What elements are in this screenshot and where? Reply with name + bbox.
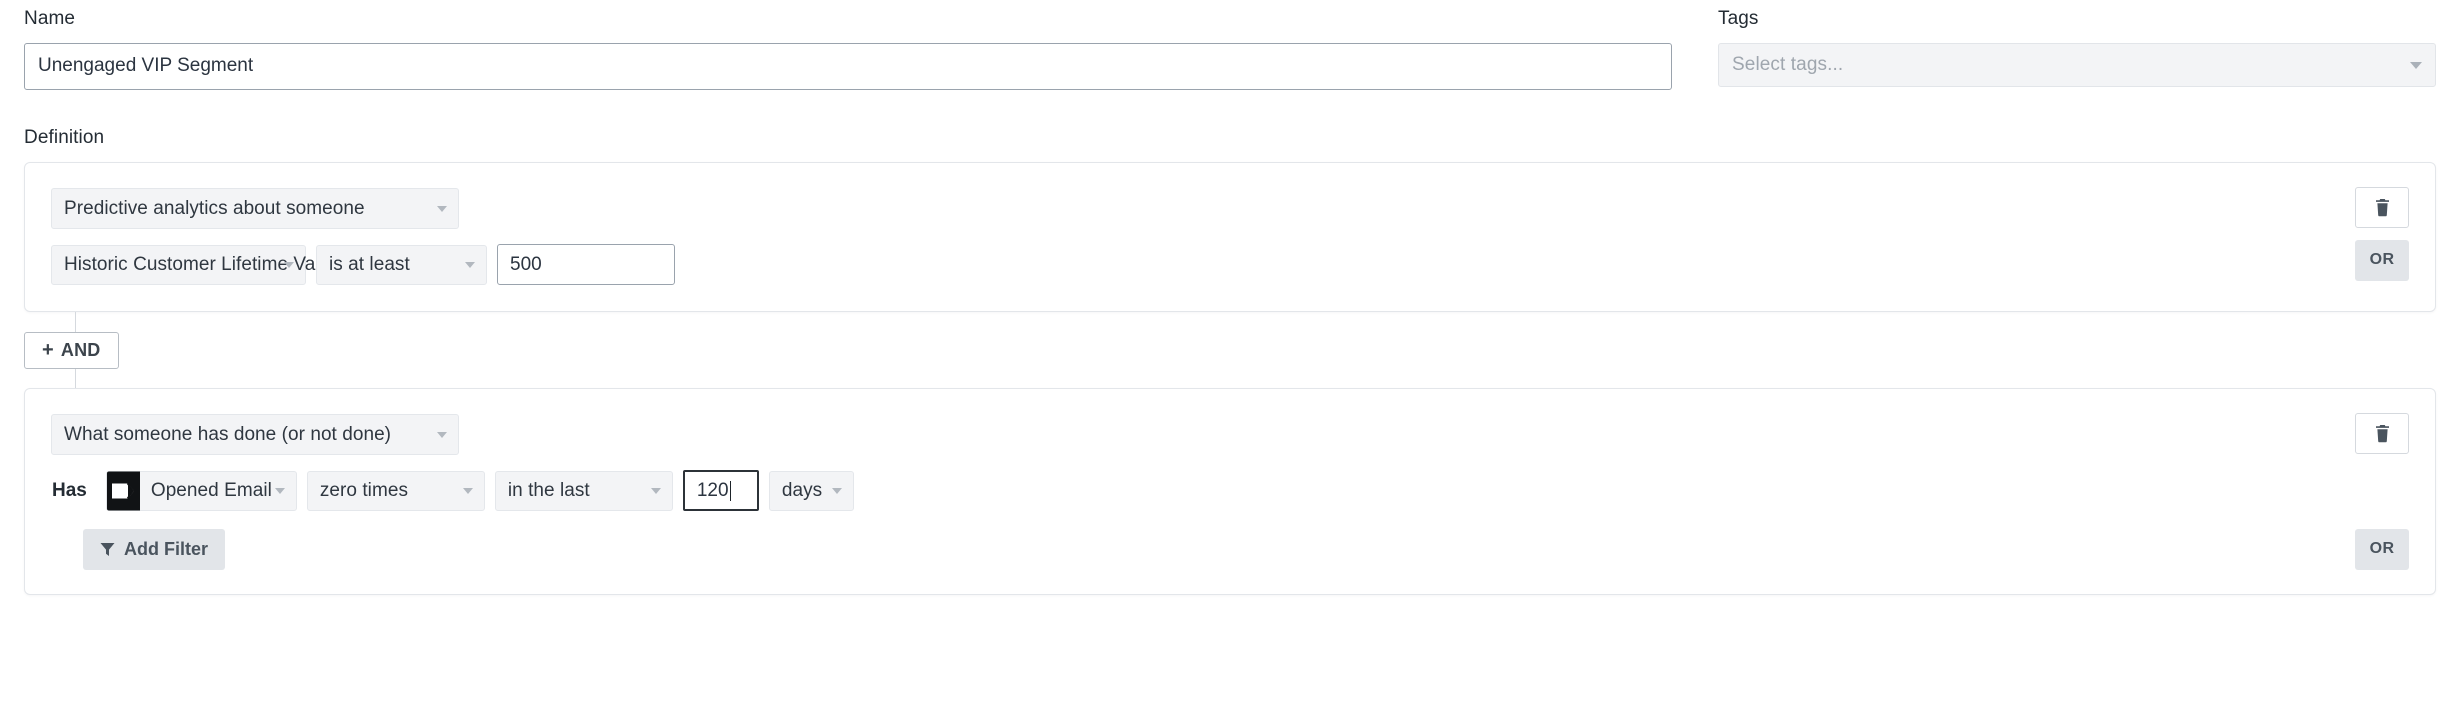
add-filter-label: Add Filter [124,539,208,560]
duration-unit-value: days [782,480,822,502]
condition-type-row-1: Predictive analytics about someone [51,187,2409,231]
chevron-down-icon [2410,62,2422,69]
plus-icon: + [42,340,54,360]
chevron-down-icon [284,262,294,268]
chevron-down-icon [437,432,447,438]
chevron-down-icon [275,488,285,494]
chevron-down-icon [465,262,475,268]
condition-detail-row-2: Has Opened Email [51,469,2409,513]
condition-type-row-2: What someone has done (or not done) [51,413,2409,457]
segment-name-value: Unengaged VIP Segment [38,55,253,77]
email-envelope-icon [107,471,140,510]
has-prefix-label: Has [52,480,87,502]
frequency-select[interactable]: zero times [307,471,485,511]
trash-icon [2374,198,2391,217]
trash-icon [2374,424,2391,443]
metric-select-wrapper: Opened Email [106,471,297,511]
condition-type-select-2[interactable]: What someone has done (or not done) [51,414,459,455]
metric-value: Opened Email [151,480,272,502]
threshold-value-input[interactable]: 500 [497,244,675,285]
chevron-down-icon [832,488,842,494]
tags-label: Tags [1718,8,2436,31]
and-connector-zone: + AND [24,312,2436,388]
tags-placeholder: Select tags... [1732,54,1843,76]
connector-line-top [75,312,76,332]
condition-type-value-2: What someone has done (or not done) [64,424,391,446]
tags-field-group: Tags Select tags... [1718,8,2436,87]
connector-line-bottom [75,368,76,388]
operator-select[interactable]: is at least [316,245,487,285]
text-cursor [730,481,731,501]
tags-select[interactable]: Select tags... [1718,43,2436,87]
attribute-value: Historic Customer Lifetime Value [64,254,341,276]
chevron-down-icon [463,488,473,494]
duration-input[interactable]: 120 [683,470,759,511]
operator-value: is at least [329,254,410,276]
condition-stack: Predictive analytics about someone Histo… [24,162,2436,595]
name-label: Name [24,8,1672,31]
chevron-down-icon [437,206,447,212]
condition-card-2: What someone has done (or not done) Has [24,388,2436,595]
add-and-group-button[interactable]: + AND [24,332,119,369]
add-filter-button[interactable]: Add Filter [83,529,225,570]
or-button-2[interactable]: OR [2355,529,2409,570]
or-button-1[interactable]: OR [2355,240,2409,281]
segment-builder-page: Name Unengaged VIP Segment Tags Select t… [0,0,2460,714]
chevron-down-icon [651,488,661,494]
frequency-value: zero times [320,480,408,502]
funnel-icon [100,542,115,557]
name-field-group: Name Unengaged VIP Segment [24,8,1672,90]
segment-name-input[interactable]: Unengaged VIP Segment [24,43,1672,90]
threshold-value: 500 [510,254,542,276]
attribute-select[interactable]: Historic Customer Lifetime Value [51,245,306,285]
condition-type-select-1[interactable]: Predictive analytics about someone [51,188,459,229]
duration-value: 120 [697,480,729,502]
top-fields-row: Name Unengaged VIP Segment Tags Select t… [0,0,2460,90]
condition-detail-row-1: Historic Customer Lifetime Value is at l… [51,243,2409,287]
duration-unit-select[interactable]: days [769,471,854,511]
definition-section: Definition Predictive analytics about so… [0,127,2460,595]
delete-condition-button-2[interactable] [2355,413,2409,454]
delete-condition-button-1[interactable] [2355,187,2409,228]
and-label: AND [61,340,101,361]
definition-label: Definition [24,127,2436,149]
timeframe-value: in the last [508,480,590,502]
condition-card-1: Predictive analytics about someone Histo… [24,162,2436,312]
condition-type-value-1: Predictive analytics about someone [64,198,365,220]
timeframe-select[interactable]: in the last [495,471,673,511]
